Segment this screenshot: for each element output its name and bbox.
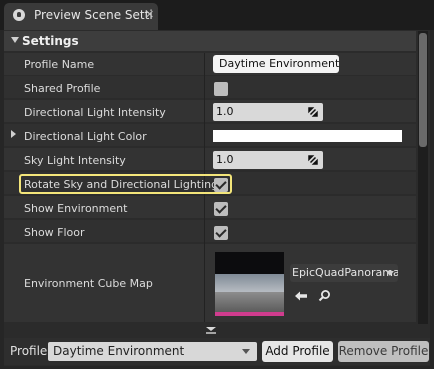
resize-handle-icon[interactable]: [205, 326, 217, 336]
profile-select-value: Daytime Environment: [53, 344, 185, 358]
remove-profile-button[interactable]: Remove Profile: [338, 341, 429, 362]
thumbnail-sky: [215, 252, 284, 274]
tab-title: Preview Scene Setti: [34, 8, 153, 22]
cube-map-asset-name: EpicQuadPanorama: [292, 266, 398, 279]
label-directional-light-intensity: Directional Light Intensity: [24, 106, 166, 119]
label-directional-light-color: Directional Light Color: [24, 130, 147, 143]
thumbnail-ground: [215, 292, 284, 312]
scrollbar-thumb[interactable]: [419, 33, 427, 147]
rotate-sky-checkbox[interactable]: [214, 178, 228, 192]
collapse-arrow-icon[interactable]: [11, 37, 19, 43]
cube-map-thumbnail[interactable]: [215, 252, 284, 316]
thumbnail-horizon: [215, 274, 284, 292]
chevron-down-icon: [386, 271, 394, 276]
profile-name-input[interactable]: Daytime Environment: [213, 55, 339, 73]
add-profile-button[interactable]: Add Profile: [262, 341, 333, 362]
label-environment-cube-map: Environment Cube Map: [24, 277, 153, 290]
show-floor-checkbox[interactable]: [214, 226, 228, 240]
chevron-down-icon: [242, 349, 250, 354]
browse-asset-icon[interactable]: [318, 289, 331, 302]
asset-type-bar: [215, 312, 284, 316]
directional-light-intensity-value: 1.0: [216, 105, 234, 118]
shared-profile-checkbox[interactable]: [214, 82, 228, 96]
profile-label: Profile: [10, 344, 48, 358]
show-environment-checkbox[interactable]: [214, 202, 228, 216]
directional-light-color-swatch[interactable]: [213, 130, 402, 142]
cube-map-asset-combo[interactable]: EpicQuadPanorama: [290, 264, 398, 282]
section-title: Settings: [22, 34, 79, 48]
drag-value-icon[interactable]: [308, 107, 318, 117]
label-show-environment: Show Environment: [24, 202, 128, 215]
tab-preview-scene-settings[interactable]: Preview Scene Setti ✕: [4, 3, 158, 30]
use-selected-asset-icon[interactable]: [294, 290, 308, 302]
sky-light-intensity-input[interactable]: 1.0: [213, 151, 323, 169]
directional-light-intensity-input[interactable]: 1.0: [213, 103, 323, 121]
drag-value-icon[interactable]: [308, 155, 318, 165]
label-sky-light-intensity: Sky Light Intensity: [24, 154, 126, 167]
sky-light-intensity-value: 1.0: [216, 153, 234, 166]
label-shared-profile: Shared Profile: [24, 82, 101, 95]
highlight-frame: [19, 174, 232, 194]
preview-settings-icon: [13, 9, 25, 21]
settings-section-header[interactable]: Settings: [4, 31, 416, 51]
expand-arrow-icon[interactable]: [11, 130, 16, 138]
label-profile-name: Profile Name: [24, 58, 95, 71]
profile-select[interactable]: Daytime Environment: [48, 342, 257, 361]
label-show-floor: Show Floor: [24, 226, 85, 239]
close-tab-icon[interactable]: ✕: [145, 8, 154, 21]
